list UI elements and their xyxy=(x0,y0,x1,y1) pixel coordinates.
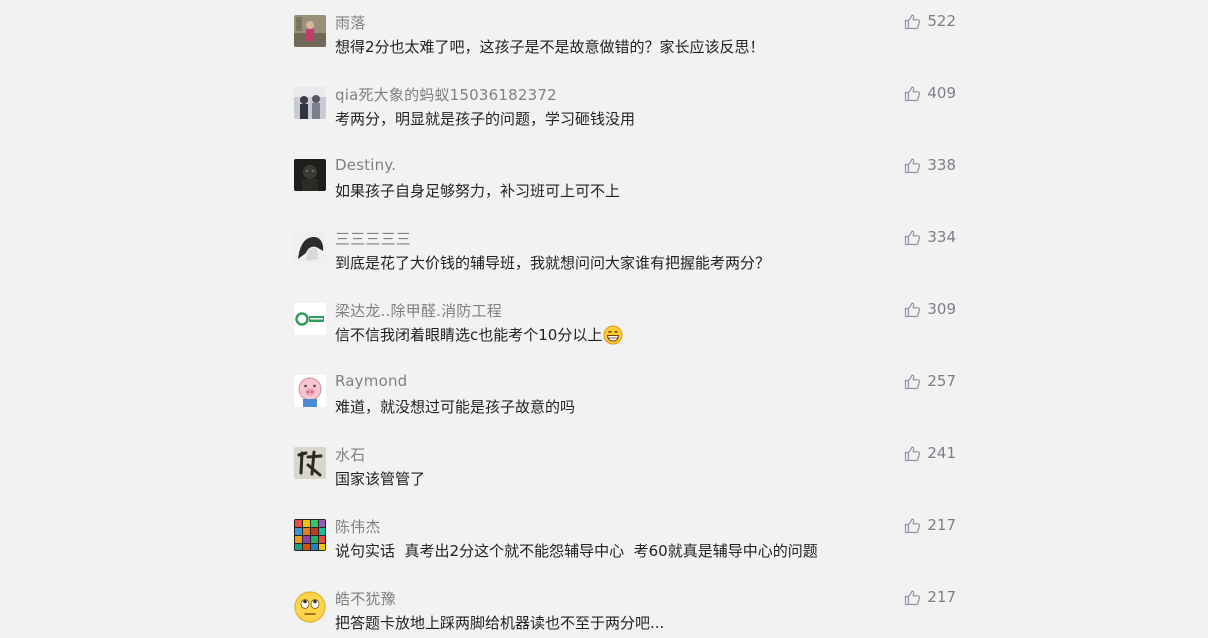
username[interactable]: 三三三三三 xyxy=(335,228,411,249)
comments-page: 雨落 想得2分也太难了吧，这孩子是不是故意做错的？家长应该反思！ 522 qia… xyxy=(0,0,1208,638)
thumbs-up-icon xyxy=(905,518,921,533)
comment-text: 说句实话 真考出2分这个就不能怨辅导中心 考60就真是辅导中心的问题 xyxy=(335,542,818,560)
color-grid-icon[interactable] xyxy=(294,519,326,551)
username[interactable]: Destiny. xyxy=(335,156,396,174)
like-button[interactable]: 522 xyxy=(904,12,956,30)
like-button[interactable]: 217 xyxy=(904,516,956,534)
comment-item: 水石 国家该管管了 241 xyxy=(294,443,958,515)
comment-item: qia死大象的蚂蚁15036182372 考两分，明显就是孩子的问题，学习砸钱没… xyxy=(294,83,958,155)
comment-item: 三三三三三 到底是花了大价钱的辅导班，我就想问问大家谁有把握能考两分？ 334 xyxy=(294,227,958,299)
comment-item: 皓不犹豫 把答题卡放地上踩两脚给机器读也不至于两分吧... 217 xyxy=(294,587,958,638)
comment-text: 如果孩子自身足够努力，补习班可上可不上 xyxy=(335,182,621,200)
company-logo-icon[interactable] xyxy=(294,303,326,335)
like-count: 522 xyxy=(927,12,956,30)
comment-item: 雨落 想得2分也太难了吧，这孩子是不是故意做错的？家长应该反思！ 522 xyxy=(294,11,958,83)
comment-text: 信不信我闭着眼睛选c也能考个10分以上 xyxy=(335,324,623,345)
thumbs-up-icon xyxy=(905,158,921,173)
like-button[interactable]: 241 xyxy=(904,444,956,462)
username[interactable]: Raymond xyxy=(335,372,407,390)
thumbs-up-icon xyxy=(905,374,921,389)
comment-item: Raymond 难道，就没想过可能是孩子故意的吗 257 xyxy=(294,371,958,443)
pig-cartoon-icon[interactable] xyxy=(294,375,326,407)
username[interactable]: qia死大象的蚂蚁15036182372 xyxy=(335,84,557,105)
comment-text: 难道，就没想过可能是孩子故意的吗 xyxy=(335,398,576,416)
like-count: 217 xyxy=(927,516,956,534)
comment-item: Destiny. 如果孩子自身足够努力，补习班可上可不上 338 xyxy=(294,155,958,227)
comment-item: 梁达龙..除甲醛.消防工程 信不信我闭着眼睛选c也能考个10分以上 309 xyxy=(294,299,958,371)
thumbs-up-icon xyxy=(905,86,921,101)
username[interactable]: 水石 xyxy=(335,444,365,465)
like-button[interactable]: 257 xyxy=(904,372,956,390)
like-button[interactable]: 338 xyxy=(904,156,956,174)
username[interactable]: 雨落 xyxy=(335,12,365,33)
people-photo-icon[interactable] xyxy=(294,87,326,119)
rolling-eyes-emoji-icon[interactable] xyxy=(294,591,326,623)
sketch-portrait-icon[interactable] xyxy=(294,231,326,263)
dark-portrait-icon[interactable] xyxy=(294,159,326,191)
thumbs-up-icon xyxy=(905,230,921,245)
comment-list: 雨落 想得2分也太难了吧，这孩子是不是故意做错的？家长应该反思！ 522 qia… xyxy=(294,11,958,638)
like-button[interactable]: 309 xyxy=(904,300,956,318)
like-count: 257 xyxy=(927,372,956,390)
like-count: 409 xyxy=(927,84,956,102)
like-count: 338 xyxy=(927,156,956,174)
username[interactable]: 皓不犹豫 xyxy=(335,588,396,609)
comment-text: 想得2分也太难了吧，这孩子是不是故意做错的？家长应该反思！ xyxy=(335,38,765,56)
like-button[interactable]: 217 xyxy=(904,588,956,606)
like-count: 309 xyxy=(927,300,956,318)
like-button[interactable]: 409 xyxy=(904,84,956,102)
calligraphy-icon[interactable] xyxy=(294,447,326,479)
like-count: 241 xyxy=(927,444,956,462)
like-button[interactable]: 334 xyxy=(904,228,956,246)
like-count: 217 xyxy=(927,588,956,606)
comment-item: 陈伟杰 说句实话 真考出2分这个就不能怨辅导中心 考60就真是辅导中心的问题 2… xyxy=(294,515,958,587)
thumbs-up-icon xyxy=(905,14,921,29)
comment-text: 到底是花了大价钱的辅导班，我就想问问大家谁有把握能考两分？ xyxy=(335,254,771,272)
grinning-face-emoji xyxy=(603,325,623,344)
like-count: 334 xyxy=(927,228,956,246)
person-photo-icon[interactable] xyxy=(294,15,326,47)
thumbs-up-icon xyxy=(905,590,921,605)
comment-text: 把答题卡放地上踩两脚给机器读也不至于两分吧... xyxy=(335,614,665,632)
comment-text: 国家该管管了 xyxy=(335,470,426,488)
comment-text: 考两分，明显就是孩子的问题，学习砸钱没用 xyxy=(335,110,636,128)
thumbs-up-icon xyxy=(905,446,921,461)
username[interactable]: 梁达龙..除甲醛.消防工程 xyxy=(335,300,502,321)
username[interactable]: 陈伟杰 xyxy=(335,516,381,537)
thumbs-up-icon xyxy=(905,302,921,317)
